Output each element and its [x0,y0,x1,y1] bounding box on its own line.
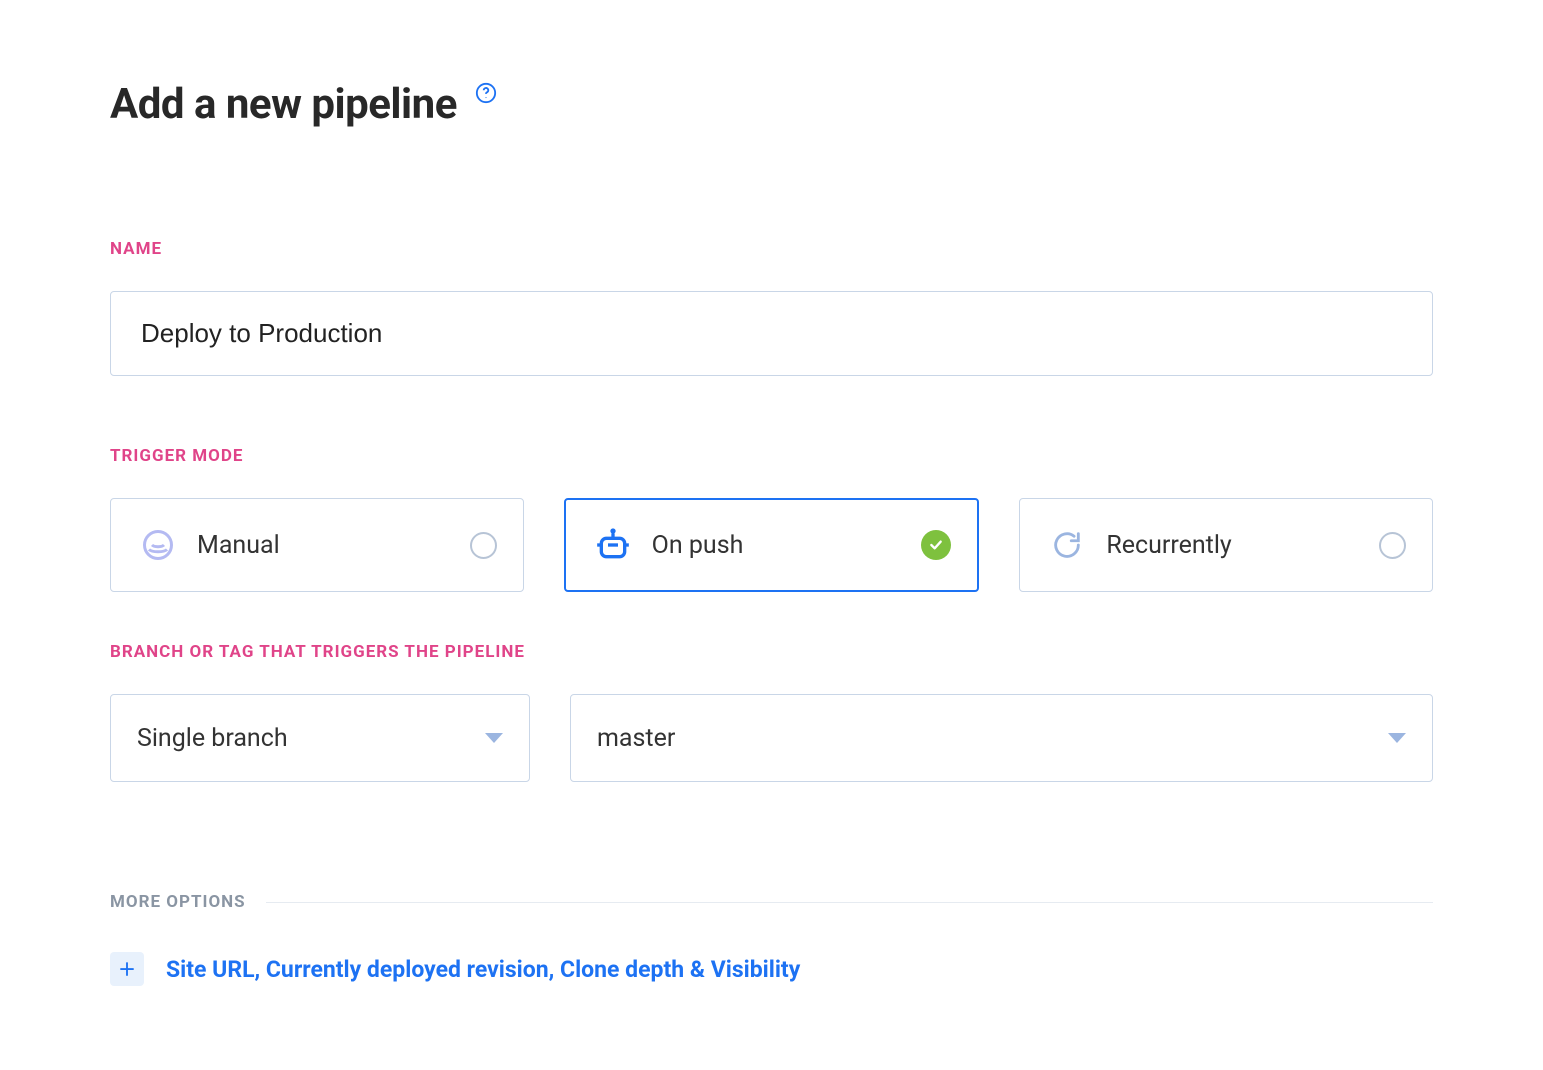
chevron-down-icon [485,733,503,743]
more-options-label: MORE OPTIONS [110,892,246,912]
trigger-option-on-push[interactable]: On push [564,498,980,592]
help-icon[interactable] [475,82,497,108]
trigger-mode-group: Manual On push Recur [110,498,1433,592]
divider [266,902,1433,903]
more-options-expand[interactable]: Site URL, Currently deployed revision, C… [110,952,1433,986]
branch-section-label: BRANCH OR TAG THAT TRIGGERS THE PIPELINE [110,642,1433,662]
branch-select-row: Single branch master [110,694,1433,782]
trigger-label: On push [652,531,922,560]
select-value: master [597,724,1388,753]
trigger-option-recurrently[interactable]: Recurrently [1019,498,1433,592]
page-title: Add a new pipeline [110,80,457,129]
trigger-section-label: TRIGGER MODE [110,446,1433,466]
manual-icon [137,527,179,563]
page-header: Add a new pipeline [110,80,1433,129]
branch-name-select[interactable]: master [570,694,1433,782]
pipeline-name-input[interactable] [110,291,1433,376]
recurring-icon [1046,528,1088,562]
trigger-option-manual[interactable]: Manual [110,498,524,592]
branch-mode-select[interactable]: Single branch [110,694,530,782]
chevron-down-icon [1388,733,1406,743]
radio-unchecked-icon [1379,532,1406,559]
radio-unchecked-icon [470,532,497,559]
robot-icon [592,525,634,565]
name-section-label: NAME [110,239,1433,259]
select-value: Single branch [137,724,485,753]
plus-icon [110,952,144,986]
trigger-label: Manual [197,531,470,560]
trigger-label: Recurrently [1106,531,1379,560]
radio-checked-icon [921,530,951,560]
more-options-header: MORE OPTIONS [110,892,1433,912]
more-options-link: Site URL, Currently deployed revision, C… [166,956,800,983]
